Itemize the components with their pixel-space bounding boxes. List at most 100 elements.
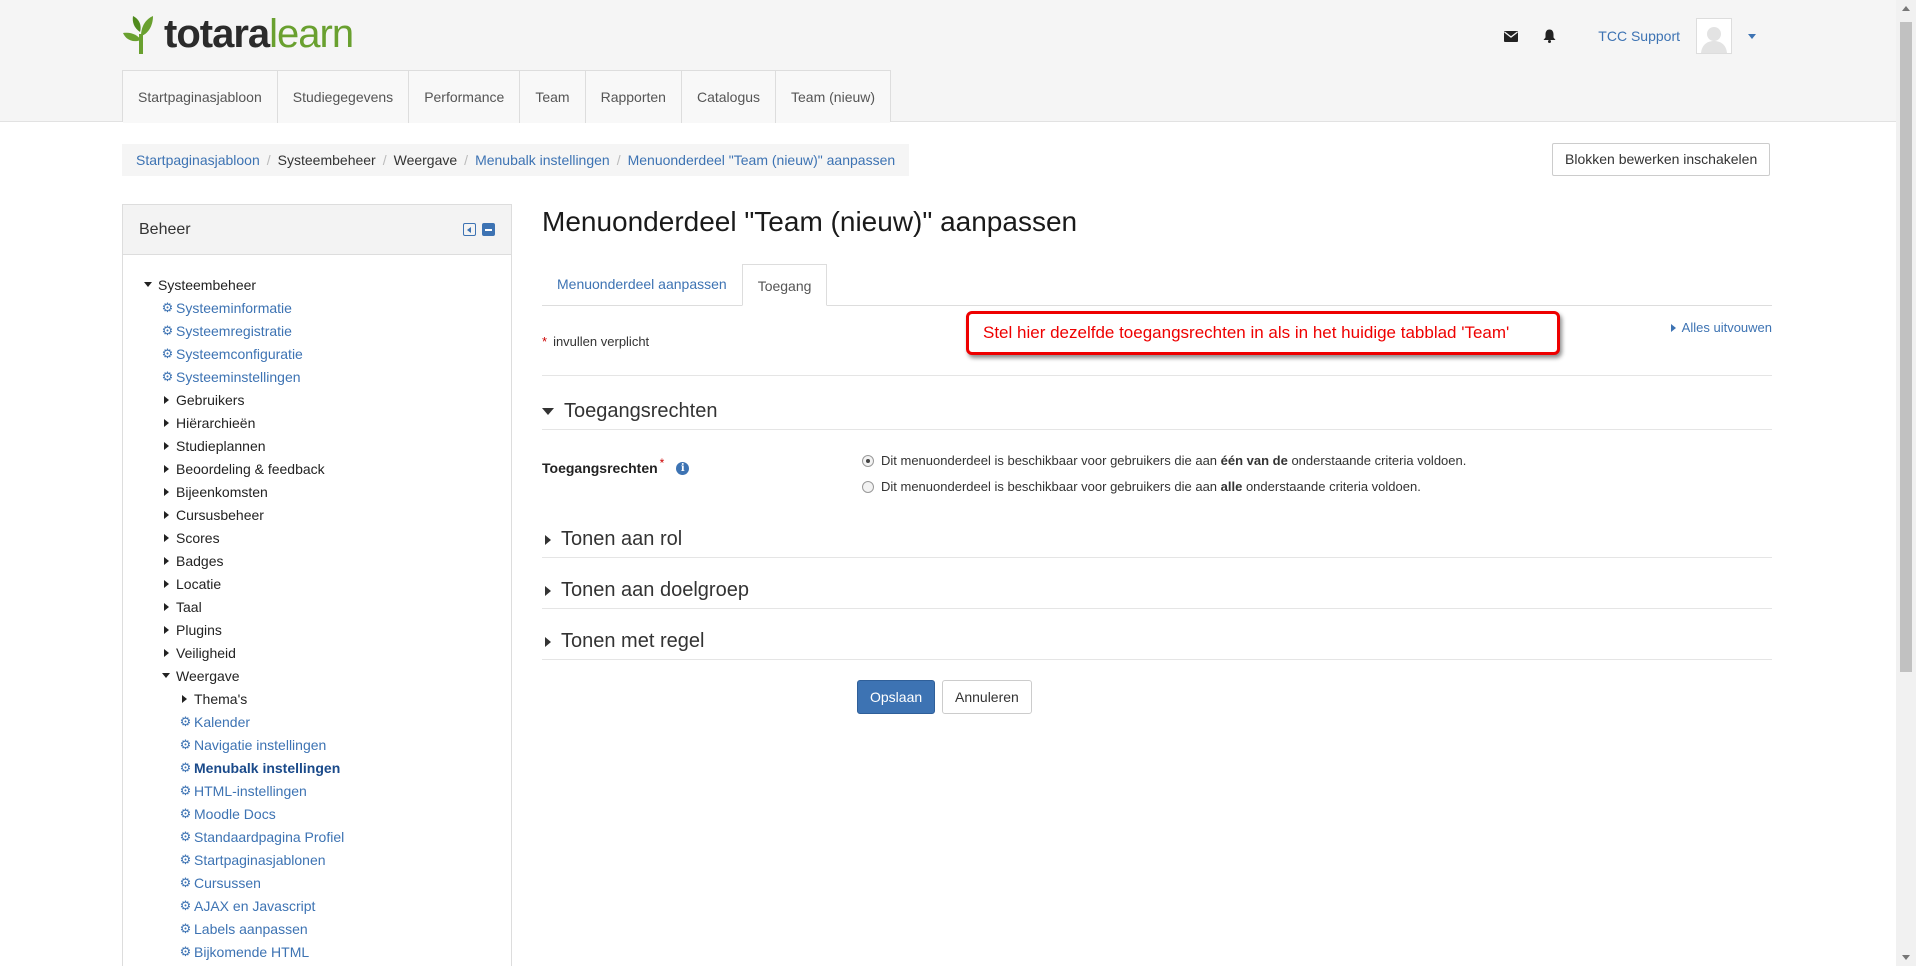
sidebar-item-badges[interactable]: Badges xyxy=(143,549,511,572)
radio-all-criteria[interactable]: Dit menuonderdeel is beschikbaar voor ge… xyxy=(862,479,1421,494)
nav-item-performance[interactable]: Performance xyxy=(409,71,521,123)
nav-item-team-nieuw[interactable]: Team (nieuw) xyxy=(776,71,891,123)
expand-all-link[interactable]: Alles uitvouwen xyxy=(1670,320,1772,335)
sidebar-item-systeeminstellingen[interactable]: ⚙ Systeeminstellingen xyxy=(143,365,511,388)
sidebar-item-systeemconfiguratie[interactable]: ⚙ Systeemconfiguratie xyxy=(143,342,511,365)
collapsed-triangle-icon xyxy=(161,533,171,543)
sidebar-item-scores[interactable]: Scores xyxy=(143,526,511,549)
sidebar-item-navigatie-instellingen[interactable]: ⚙ Navigatie instellingen xyxy=(143,733,511,756)
page-scrollbar[interactable] xyxy=(1896,0,1916,966)
sidebar-item-systeembeheer[interactable]: Systeembeheer xyxy=(143,273,511,296)
sidebar-item-kalender[interactable]: ⚙ Kalender xyxy=(143,710,511,733)
edit-blocks-button[interactable]: Blokken bewerken inschakelen xyxy=(1552,143,1771,176)
sidebar-item-gebruikers[interactable]: Gebruikers xyxy=(143,388,511,411)
collapsed-triangle-icon xyxy=(161,395,171,405)
gear-icon: ⚙ xyxy=(179,829,192,844)
sidebar-item-startpaginasjablonen[interactable]: ⚙ Startpaginasjablonen xyxy=(143,848,511,871)
section-toegangsrechten-toggle[interactable]: Toegangsrechten xyxy=(542,400,1772,423)
radio-button[interactable] xyxy=(862,480,874,493)
gear-icon: ⚙ xyxy=(161,323,174,338)
tab-toegang[interactable]: Toegang xyxy=(741,264,828,306)
instruction-callout: Stel hier dezelfde toegangsrechten in al… xyxy=(966,311,1560,355)
sidebar-item-label: Plugins xyxy=(176,621,222,638)
expand-triangle-icon xyxy=(545,534,551,545)
radio-any-text-bold: één van de xyxy=(1220,453,1288,468)
sidebar-item-bijkomende-html[interactable]: ⚙ Bijkomende HTML xyxy=(143,940,511,963)
section-tonen-aan-rol: Tonen aan rol xyxy=(542,528,1772,558)
sidebar-item-label: Taal xyxy=(176,598,202,615)
cancel-button[interactable]: Annuleren xyxy=(942,680,1032,714)
sidebar-item-hi-rarchie-n[interactable]: Hiërarchieën xyxy=(143,411,511,434)
sidebar-item-cursussen[interactable]: ⚙ Cursussen xyxy=(143,871,511,894)
sidebar-item-systeeminformatie[interactable]: ⚙ Systeeminformatie xyxy=(143,296,511,319)
save-button[interactable]: Opslaan xyxy=(857,680,936,714)
gear-icon: ⚙ xyxy=(179,852,192,867)
user-menu-name[interactable]: TCC Support xyxy=(1598,28,1680,44)
nav-item-startpaginasjabloon[interactable]: Startpaginasjabloon xyxy=(123,71,278,123)
gear-icon: ⚙ xyxy=(179,760,192,775)
admin-block: Beheer Systeembeheer ⚙ Systeeminformatie ⚙ S… xyxy=(122,204,512,966)
sidebar-item-bijeenkomsten[interactable]: Bijeenkomsten xyxy=(143,480,511,503)
breadcrumb-current-page[interactable]: Menuonderdeel "Team (nieuw)" aanpassen xyxy=(628,152,896,168)
sidebar-item-plugins[interactable]: Plugins xyxy=(143,618,511,641)
info-icon[interactable]: i xyxy=(676,462,690,475)
collapsed-triangle-icon xyxy=(161,625,171,635)
collapse-block-icon[interactable] xyxy=(482,223,495,236)
sidebar-item-moodle-docs[interactable]: ⚙ Moodle Docs xyxy=(143,802,511,825)
expanded-triangle-icon xyxy=(143,280,153,290)
nav-item-rapporten[interactable]: Rapporten xyxy=(585,71,682,123)
sidebar-item-label: Systeemconfiguratie xyxy=(176,345,303,362)
gear-icon: ⚙ xyxy=(179,806,192,821)
expand-triangle-icon xyxy=(545,636,551,647)
sidebar-item-label: Startpaginasjablonen xyxy=(194,851,326,868)
sidebar-item-menubalk-instellingen[interactable]: ⚙ Menubalk instellingen xyxy=(143,756,511,779)
scrollbar-thumb[interactable] xyxy=(1900,22,1912,672)
sidebar-item-systeemregistratie[interactable]: ⚙ Systeemregistratie xyxy=(143,319,511,342)
sidebar-item-veiligheid[interactable]: Veiligheid xyxy=(143,641,511,664)
sidebar-item-label: Standaardpagina Profiel xyxy=(194,828,345,845)
dock-block-icon[interactable] xyxy=(463,223,476,236)
breadcrumb-menubalk-instellingen[interactable]: Menubalk instellingen xyxy=(475,152,610,168)
sidebar-item-labels-aanpassen[interactable]: ⚙ Labels aanpassen xyxy=(143,917,511,940)
sidebar-item-label: Menubalk instellingen xyxy=(194,759,341,776)
sidebar-item-standaardpagina-profiel[interactable]: ⚙ Standaardpagina Profiel xyxy=(143,825,511,848)
tab-menuonderdeel-aanpassen[interactable]: Menuonderdeel aanpassen xyxy=(542,263,742,305)
scroll-up-arrow-icon[interactable] xyxy=(1902,6,1910,11)
sidebar-item-label: Bijkomende HTML xyxy=(194,943,310,960)
gear-icon: ⚙ xyxy=(179,944,192,959)
sidebar-item-locatie[interactable]: Locatie xyxy=(143,572,511,595)
section-tonen-met-regel-toggle[interactable]: Tonen met regel xyxy=(542,630,1772,653)
sidebar-item-label: Beoordeling & feedback xyxy=(176,460,325,477)
nav-item-studiegegevens[interactable]: Studiegegevens xyxy=(277,71,410,123)
section-tonen-aan-doelgroep: Tonen aan doelgroep xyxy=(542,579,1772,609)
totara-learn-logo[interactable]: totara learn xyxy=(120,12,354,56)
nav-item-team[interactable]: Team xyxy=(520,71,586,123)
scroll-down-arrow-icon[interactable] xyxy=(1902,955,1910,960)
sidebar-item-beoordeling-feedback[interactable]: Beoordeling & feedback xyxy=(143,457,511,480)
gear-icon: ⚙ xyxy=(179,875,192,890)
sidebar-item-taal[interactable]: Taal xyxy=(143,595,511,618)
main-content: Menuonderdeel "Team (nieuw)" aanpassen M… xyxy=(542,200,1772,720)
sidebar-item-label: Badges xyxy=(176,552,224,569)
nav-item-catalogus[interactable]: Catalogus xyxy=(681,71,777,123)
radio-any-criteria[interactable]: Dit menuonderdeel is beschikbaar voor ge… xyxy=(862,453,1466,468)
messages-icon[interactable] xyxy=(1500,25,1522,47)
sidebar-item-thema-s[interactable]: Thema's xyxy=(143,687,511,710)
breadcrumb-startpaginasjabloon[interactable]: Startpaginasjabloon xyxy=(136,152,260,168)
gear-icon: ⚙ xyxy=(161,369,174,384)
radio-button-checked[interactable] xyxy=(862,454,874,467)
user-avatar[interactable] xyxy=(1696,18,1732,54)
sidebar-item-studieplannen[interactable]: Studieplannen xyxy=(143,434,511,457)
user-menu-caret-icon[interactable] xyxy=(1748,33,1756,39)
radio-any-text-post: onderstaande criteria voldoen. xyxy=(1287,453,1467,468)
sidebar-item-cursusbeheer[interactable]: Cursusbeheer xyxy=(143,503,511,526)
section-tonen-aan-rol-toggle[interactable]: Tonen aan rol xyxy=(542,528,1772,551)
sidebar-item-html-instellingen[interactable]: ⚙ HTML-instellingen xyxy=(143,779,511,802)
notifications-bell-icon[interactable] xyxy=(1538,25,1560,47)
section-tonen-aan-doelgroep-toggle[interactable]: Tonen aan doelgroep xyxy=(542,579,1772,602)
sidebar-item-weergave[interactable]: Weergave xyxy=(143,664,511,687)
section-tonen-met-regel-title: Tonen met regel xyxy=(561,630,705,652)
radio-any-text-pre: Dit menuonderdeel is beschikbaar voor ge… xyxy=(881,453,1221,468)
sidebar-item-ajax-en-javascript[interactable]: ⚙ AJAX en Javascript xyxy=(143,894,511,917)
sidebar-item-label: Cursussen xyxy=(194,874,261,891)
